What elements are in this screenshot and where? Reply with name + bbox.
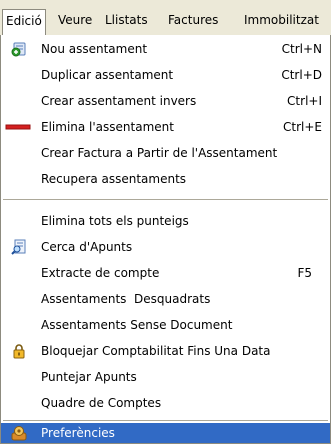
menu-item-shortcut: F5: [297, 266, 312, 280]
menu-item-assentaments-sense-document[interactable]: Assentaments Sense Document: [1, 314, 330, 336]
new-entry-icon: [11, 41, 27, 57]
menu-separator: [3, 199, 328, 200]
menu-item-label: Extracte de compte: [41, 266, 160, 280]
menu-item-recupera-assentaments[interactable]: Recupera assentaments: [1, 168, 330, 190]
menu-item-label: Quadre de Comptes: [41, 396, 162, 410]
menu-item-crear-factura[interactable]: Crear Factura a Partir de l'Assentament: [1, 142, 330, 164]
menu-item-label: Preferències: [41, 426, 115, 440]
menu-item-nou-assentament[interactable]: Nou assentament Ctrl+N: [1, 38, 330, 60]
menu-item-shortcut: Ctrl+N: [281, 42, 322, 56]
menu-item-shortcut: Ctrl+I: [287, 94, 322, 108]
menu-item-bloquejar-comptabilitat[interactable]: Bloquejar Comptabilitat Fins Una Data: [1, 340, 330, 362]
menu-veure[interactable]: Veure: [55, 10, 95, 30]
menu-bar: Edició Veure Llistats Factures Immobilit…: [0, 0, 331, 36]
menu-item-duplicar-assentament[interactable]: Duplicar assentament Ctrl+D: [1, 64, 330, 86]
search-document-icon: [11, 239, 27, 255]
menu-factures[interactable]: Factures: [165, 10, 221, 30]
menu-item-extracte-compte[interactable]: Extracte de compte F5: [1, 262, 330, 284]
menu-item-label: Cerca d'Apunts: [41, 240, 133, 254]
menu-item-puntejar-apunts[interactable]: Puntejar Apunts: [1, 366, 330, 388]
preferences-icon: [11, 425, 27, 441]
menu-item-label: Crear Factura a Partir de l'Assentament: [41, 146, 278, 160]
menu-item-crear-assentament-invers[interactable]: Crear assentament invers Ctrl+I: [1, 90, 330, 112]
menu-item-label: Elimina tots els punteigs: [41, 214, 189, 228]
menu-separator: [3, 420, 328, 421]
menu-item-label: Assentaments Desquadrats: [41, 292, 211, 306]
menu-item-label: Duplicar assentament: [41, 68, 174, 82]
menu-item-elimina-punteigs[interactable]: Elimina tots els punteigs: [1, 210, 330, 232]
menu-item-label: Nou assentament: [41, 42, 148, 56]
menu-edicio[interactable]: Edició: [2, 9, 46, 36]
menu-item-label: Elimina l'assentament: [41, 120, 174, 134]
menu-item-label: Puntejar Apunts: [41, 370, 137, 384]
delete-icon: [5, 119, 31, 135]
lock-icon: [11, 343, 27, 359]
menu-item-cerca-apunts[interactable]: Cerca d'Apunts: [1, 236, 330, 258]
menu-item-quadre-comptes[interactable]: Quadre de Comptes: [1, 392, 330, 414]
menu-item-shortcut: Ctrl+D: [281, 68, 322, 82]
menu-item-label: Recupera assentaments: [41, 172, 187, 186]
menu-immobilitzat[interactable]: Immobilitzat: [241, 10, 322, 30]
menu-item-preferencies[interactable]: Preferències: [1, 423, 330, 443]
menu-llistats[interactable]: Llistats: [102, 10, 151, 30]
edicio-dropdown-menu: Nou assentament Ctrl+N Duplicar assentam…: [0, 35, 331, 444]
menu-item-assentaments-desquadrats[interactable]: Assentaments Desquadrats: [1, 288, 330, 310]
menu-item-label: Assentaments Sense Document: [41, 318, 233, 332]
menu-item-label: Crear assentament invers: [41, 94, 197, 108]
menu-item-label: Bloquejar Comptabilitat Fins Una Data: [41, 344, 271, 358]
menu-item-shortcut: Ctrl+E: [283, 120, 322, 134]
menu-item-elimina-assentament[interactable]: Elimina l'assentament Ctrl+E: [1, 116, 330, 138]
